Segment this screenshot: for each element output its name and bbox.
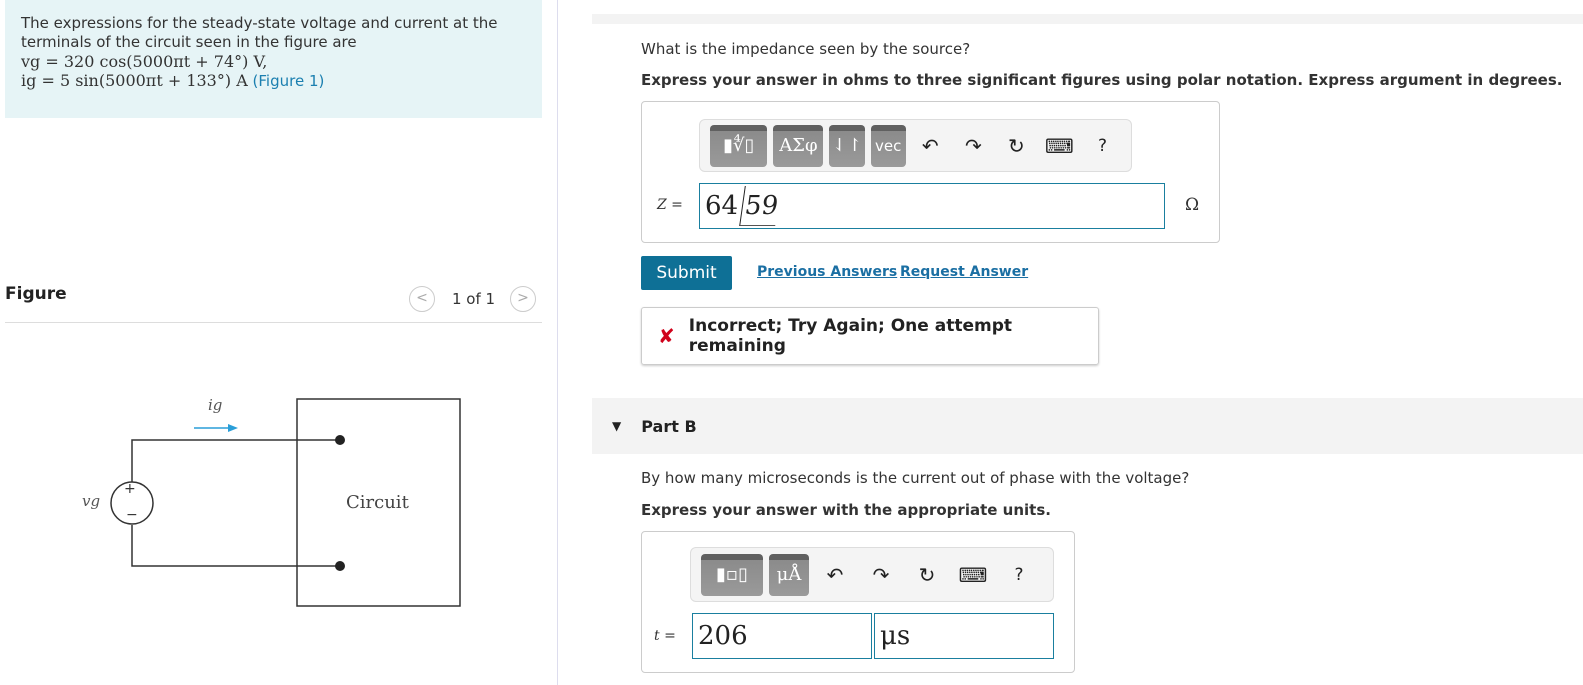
help-icon[interactable]: ? [999,565,1039,585]
figure-link[interactable]: (Figure 1) [253,72,325,90]
help-icon[interactable]: ? [1084,136,1121,156]
current-label: ig [208,396,223,414]
part-a-toolbar: ▮∜▯ ΑΣφ ⇃↾ vec ↶ ↷ ↻ ⌨ ? [699,119,1132,172]
part-b-instruction: Express your answer with the appropriate… [641,501,1051,519]
voltage-equation: vg = 320 cos(5000πt + 74°) V, [21,52,268,71]
templates-button[interactable]: ▮▫▯ [701,553,763,596]
t-label: t = [654,628,676,644]
prev-figure-button[interactable]: < [409,286,435,312]
top-terminal [335,435,345,445]
redo-icon[interactable]: ↷ [955,134,992,158]
figure-pager: 1 of 1 [452,290,496,308]
unit-input[interactable]: μs [874,613,1054,659]
figure-divider [5,322,542,323]
keyboard-icon[interactable]: ⌨ [1041,134,1078,158]
greek-button[interactable]: ΑΣφ [773,124,824,167]
part-b-answer-box: ▮▫▯ μÅ ↶ ↷ ↻ ⌨ ? t = 206 μs [641,531,1075,673]
arrows-button[interactable]: ⇃↾ [829,124,865,167]
reset-icon[interactable]: ↻ [907,563,947,587]
part-b-toolbar: ▮▫▯ μÅ ↶ ↷ ↻ ⌨ ? [690,547,1054,602]
part-b-question: By how many microseconds is the current … [641,469,1190,487]
submit-button[interactable]: Submit [641,256,732,290]
undo-icon[interactable]: ↶ [912,134,949,158]
part-a-answer-box: ▮∜▯ ΑΣφ ⇃↾ vec ↶ ↷ ↻ ⌨ ? Z = 64 59 Ω [641,101,1220,243]
redo-icon[interactable]: ↷ [861,563,901,587]
request-answer-link[interactable]: Request Answer [900,264,1028,280]
bottom-wire [131,525,340,567]
top-wire [131,439,340,482]
plus-sign: + [124,481,136,497]
magnitude-value: 64 [705,191,739,221]
current-equation: ig = 5 sin(5000πt + 133°) A [21,71,248,90]
part-b-title: Part B [641,416,697,436]
next-figure-button[interactable]: > [510,286,536,312]
vec-button[interactable]: vec [870,124,906,167]
units-button[interactable]: μÅ [769,553,809,596]
ohm-unit: Ω [1185,195,1200,215]
collapse-icon[interactable]: ▼ [612,419,621,433]
z-label: Z = [657,197,683,213]
part-a-question: What is the impedance seen by the source… [641,40,971,58]
bottom-terminal [335,561,345,571]
angle-value: 59 [739,186,781,226]
part-b-header[interactable]: ▼ Part B [592,398,1583,454]
part-a-instruction: Express your answer in ohms to three sig… [641,71,1563,89]
problem-intro: The expressions for the steady-state vol… [5,0,542,118]
keyboard-icon[interactable]: ⌨ [953,563,993,587]
circuit-diagram [110,398,461,607]
circuit-label: Circuit [346,492,409,513]
value-input[interactable]: 206 [692,613,872,659]
figure-title: Figure [5,284,67,304]
incorrect-icon: ✘ [658,324,675,348]
feedback-text: Incorrect; Try Again; One attempt remain… [688,316,1012,356]
part-a-header-bar [592,14,1583,24]
templates-button[interactable]: ▮∜▯ [710,124,768,167]
source-label: vg [82,492,101,510]
impedance-input[interactable]: 64 59 [699,183,1165,229]
feedback-message: ✘ Incorrect; Try Again; One attempt rema… [641,307,1099,365]
intro-text: The expressions for the steady-state vol… [21,14,498,51]
minus-sign: − [126,507,138,523]
previous-answers-link[interactable]: Previous Answers [757,264,897,280]
reset-icon[interactable]: ↻ [998,134,1035,158]
undo-icon[interactable]: ↶ [815,563,855,587]
panel-divider [557,0,558,685]
